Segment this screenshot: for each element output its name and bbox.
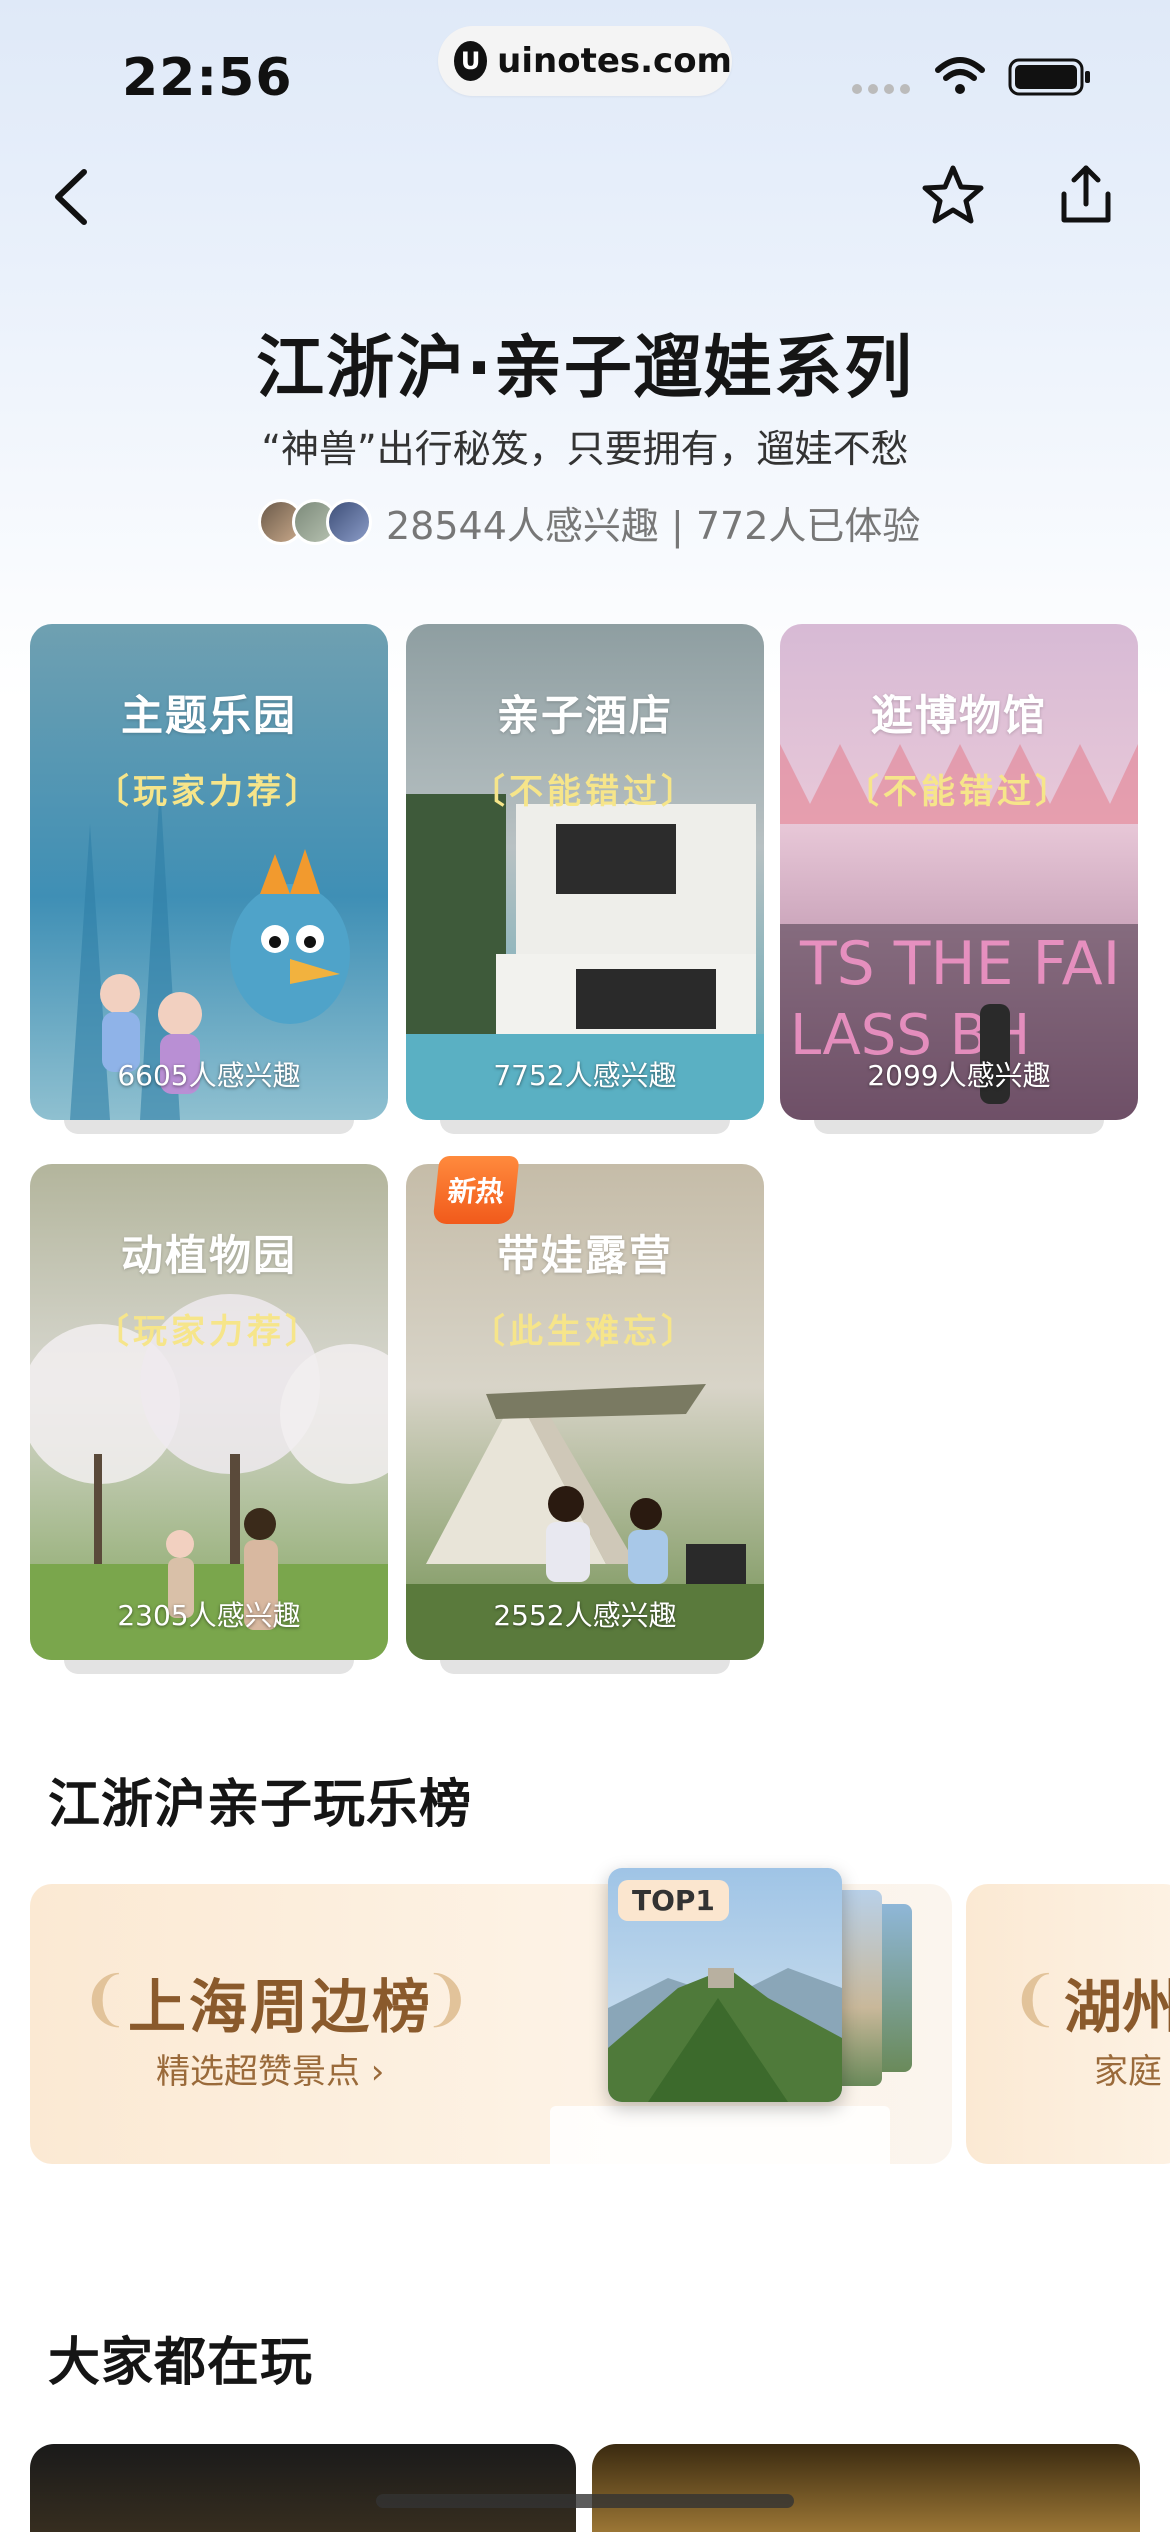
category-interest-count: 2305人感兴趣: [117, 1599, 301, 1632]
battery-icon: [1008, 58, 1090, 96]
interest-count: 28544人感兴趣 | 772人已体验: [386, 503, 921, 548]
category-title: 逛博物馆: [870, 691, 1047, 740]
category-tag: 〔此生难忘〕: [471, 1312, 699, 1352]
ranking-card-subtitle: 精选超赞景点 ›: [156, 2052, 385, 2092]
category-interest-count: 2552人感兴趣: [493, 1599, 677, 1632]
ranking-top-photo[interactable]: TOP1: [608, 1868, 842, 2102]
category-tag: 〔不能错过〕: [845, 772, 1073, 812]
category-interest-count: 2099人感兴趣: [867, 1059, 1051, 1092]
category-tag: 〔玩家力荐〕: [95, 772, 323, 812]
wifi-icon: [935, 57, 985, 94]
laurel-right-icon: ❩: [422, 1964, 473, 2034]
category-card-museum[interactable]: TS THE FAI LASS BH 逛博物馆 〔不能错过〕 2099人感兴趣: [780, 624, 1138, 1134]
top-rank-badge: TOP1: [618, 1880, 729, 1921]
back-chevron-icon[interactable]: [44, 162, 98, 232]
category-title: 主题乐园: [120, 691, 297, 740]
status-time: 22:56: [122, 48, 293, 108]
cellular-signal-icon: [852, 84, 916, 94]
category-tag: 〔不能错过〕: [471, 772, 699, 812]
category-interest-count: 7752人感兴趣: [493, 1059, 677, 1092]
avatar-group: [258, 499, 372, 545]
interest-stats: 28544人感兴趣 | 772人已体验: [258, 496, 920, 548]
popular-card[interactable]: [30, 2444, 576, 2532]
laurel-left-icon: ❨: [1010, 1964, 1061, 2034]
svg-text:TS THE FAI: TS THE FAI: [799, 929, 1120, 999]
ranking-section-title: 江浙沪亲子玩乐榜: [48, 1775, 473, 1835]
laurel-left-icon: ❨: [80, 1964, 131, 2034]
home-indicator: [376, 2494, 794, 2508]
avatar: [326, 499, 372, 545]
category-card-theme-park[interactable]: 主题乐园 〔玩家力荐〕 6605人感兴趣: [30, 624, 388, 1134]
site-logo-icon: U: [454, 41, 488, 81]
ranking-card-title: 湖州: [1064, 1973, 1170, 2041]
new-hot-badge: 新热: [432, 1156, 520, 1224]
pedestal: [550, 2106, 890, 2164]
category-tag: 〔玩家力荐〕: [95, 1312, 323, 1352]
share-icon[interactable]: [1056, 160, 1116, 230]
category-card-family-hotel[interactable]: 亲子酒店 〔不能错过〕 7752人感兴趣: [406, 624, 764, 1134]
category-interest-count: 6605人感兴趣: [117, 1059, 301, 1092]
popular-section-title: 大家都在玩: [48, 2333, 314, 2393]
star-icon[interactable]: [918, 160, 988, 230]
ranking-card-subtitle: 家庭: [1094, 2052, 1162, 2092]
ranking-card-title: 上海周边榜: [128, 1973, 434, 2041]
category-title: 带娃露营: [496, 1231, 673, 1280]
category-card-zoo-botanical[interactable]: 动植物园 〔玩家力荐〕 2305人感兴趣: [30, 1164, 388, 1674]
category-card-camping[interactable]: 新热 带娃露营 〔此生难忘〕 2552人感兴趣: [406, 1156, 764, 1674]
category-title: 动植物园: [120, 1231, 297, 1280]
url-pill[interactable]: U uinotes.com: [438, 26, 732, 96]
ranking-card-huzhou[interactable]: ❨ 湖州 家庭: [966, 1884, 1170, 2164]
page-title: 江浙沪·亲子遛娃系列: [256, 329, 914, 408]
page-subtitle: “神兽”出行秘笈，只要拥有，遛娃不愁: [261, 427, 909, 471]
popular-card[interactable]: [592, 2444, 1140, 2532]
url-text: uinotes.com: [497, 41, 732, 81]
category-title: 亲子酒店: [496, 691, 673, 740]
